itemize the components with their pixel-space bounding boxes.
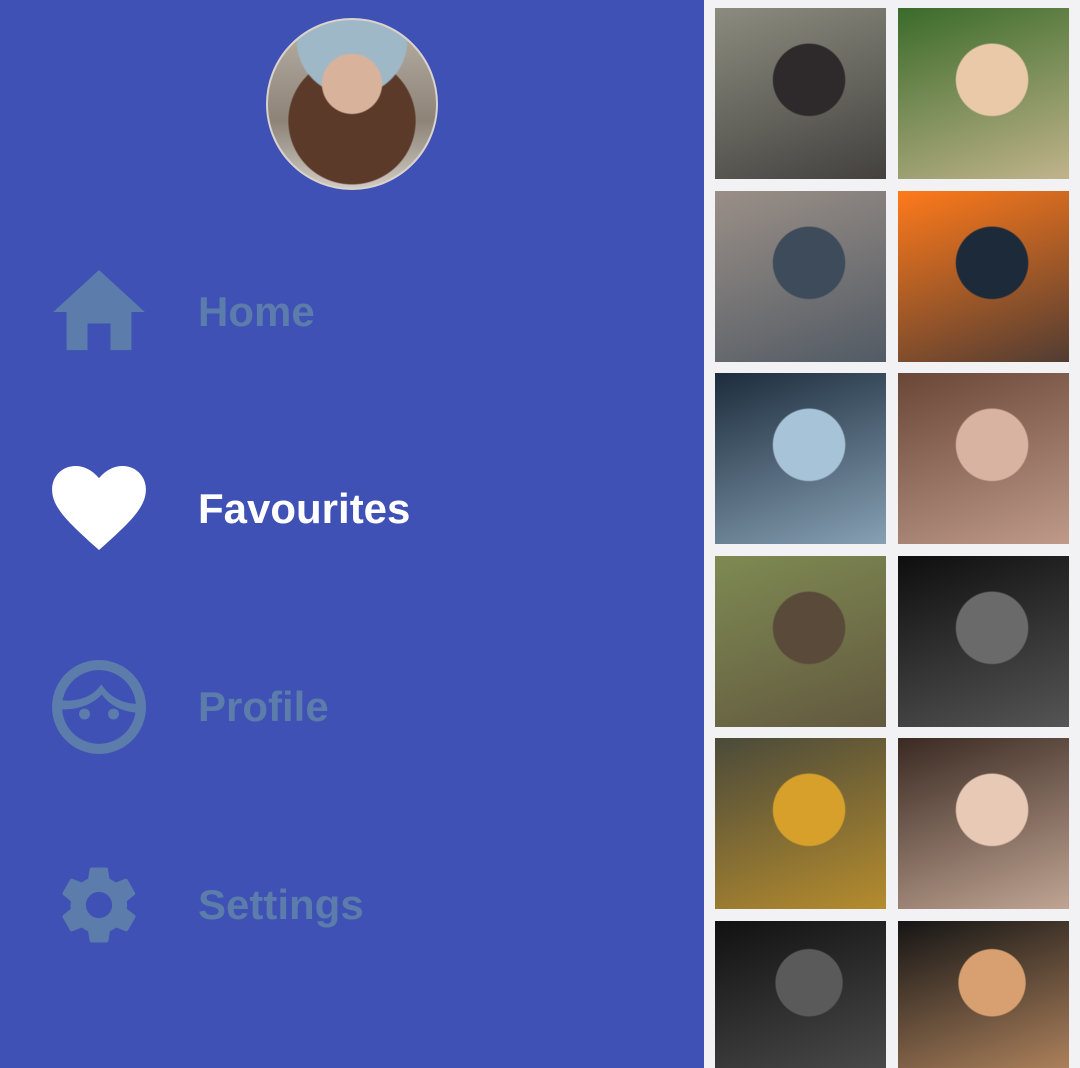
menu-item-home[interactable]: Home — [0, 252, 704, 372]
photo-gallery — [704, 0, 1080, 1068]
menu-item-label: Home — [198, 288, 315, 335]
face-icon — [52, 660, 146, 754]
navigation-drawer: Home Favourites Profile Settings — [0, 0, 704, 1068]
menu-item-label: Settings — [198, 881, 364, 928]
menu-item-profile[interactable]: Profile — [0, 647, 704, 767]
gear-icon — [52, 858, 146, 952]
photo-thumbnail[interactable] — [715, 556, 886, 727]
avatar[interactable] — [266, 18, 438, 190]
photo-thumbnail[interactable] — [898, 556, 1069, 727]
photo-thumbnail[interactable] — [898, 921, 1069, 1068]
photo-thumbnail[interactable] — [898, 8, 1069, 179]
menu-item-settings[interactable]: Settings — [0, 845, 704, 965]
photo-thumbnail[interactable] — [715, 191, 886, 362]
photo-thumbnail[interactable] — [715, 8, 886, 179]
heart-icon — [52, 462, 146, 556]
home-icon — [52, 265, 146, 359]
photo-thumbnail[interactable] — [715, 921, 886, 1068]
menu-item-favourites[interactable]: Favourites — [0, 449, 704, 569]
menu-item-label: Profile — [198, 683, 329, 730]
photo-thumbnail[interactable] — [898, 373, 1069, 544]
photo-thumbnail[interactable] — [715, 738, 886, 909]
photo-thumbnail[interactable] — [898, 738, 1069, 909]
photo-thumbnail[interactable] — [715, 373, 886, 544]
photo-thumbnail[interactable] — [898, 191, 1069, 362]
menu-item-label: Favourites — [198, 485, 411, 532]
